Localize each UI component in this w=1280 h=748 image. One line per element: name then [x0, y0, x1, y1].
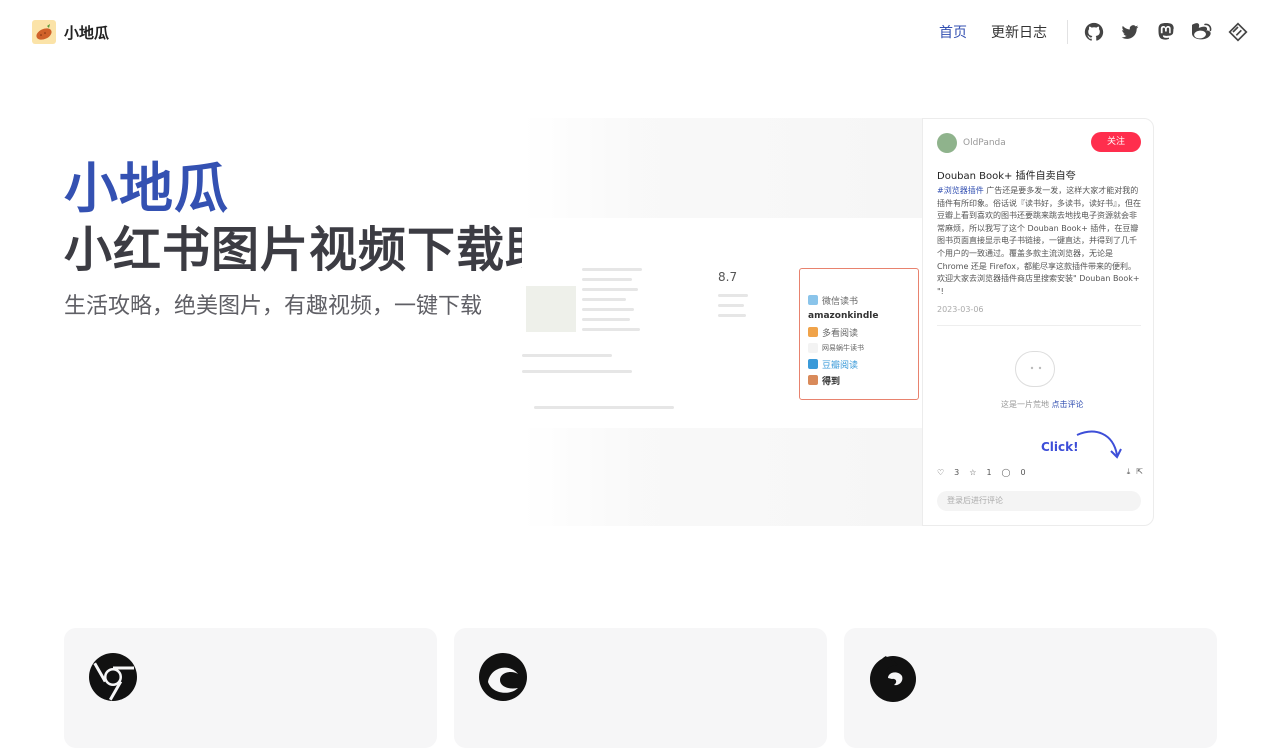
avatar	[937, 133, 957, 153]
hero-screenshot: 8.7 微信读书 amazonkindle 多看阅读 网易蜗牛读书 豆瓣阅读 得…	[522, 118, 1154, 526]
follow-button[interactable]: 关注	[1091, 132, 1141, 152]
popup-item[interactable]: 微信读书	[808, 293, 908, 307]
xiaohongshu-post-panel: OldPanda 关注 Douban Book+ 插件自卖自夸 #浏览器插件 广…	[922, 118, 1154, 526]
post-date: 2023-03-06	[937, 305, 984, 314]
click-annotation: Click!	[1041, 440, 1079, 454]
share-icon[interactable]: ⇱	[1136, 467, 1143, 477]
popup-item[interactable]: 网易蜗牛读书	[808, 341, 908, 355]
book-cover	[526, 286, 576, 332]
twitter-icon[interactable]	[1120, 22, 1140, 42]
divider	[937, 325, 1141, 326]
empty-comments-text: 这是一片荒地 点击评论	[1001, 400, 1084, 409]
card-chrome[interactable]	[64, 628, 437, 748]
weibo-icon[interactable]	[1188, 22, 1212, 42]
post-tag[interactable]: #浏览器插件	[937, 186, 984, 195]
popup-item[interactable]: 豆瓣阅读	[808, 357, 908, 371]
sweet-potato-logo-icon	[32, 20, 56, 44]
brand-link[interactable]: 小地瓜	[32, 20, 109, 44]
chrome-icon	[88, 652, 138, 702]
comment-icon[interactable]: ◯	[1002, 468, 1011, 477]
nav-links: 首页 更新日志	[939, 22, 1047, 42]
ebook-sources-popup: 微信读书 amazonkindle 多看阅读 网易蜗牛读书 豆瓣阅读 得到	[799, 268, 919, 400]
popup-item[interactable]: 得到	[808, 373, 908, 387]
post-author: OldPanda	[963, 138, 1006, 148]
like-count: 3	[954, 467, 960, 477]
like-icon[interactable]: ♡	[937, 468, 944, 477]
github-icon[interactable]	[1084, 22, 1104, 42]
top-nav: 小地瓜 首页 更新日志	[0, 0, 1280, 64]
click-arrow-icon	[1076, 430, 1122, 459]
mastodon-icon[interactable]	[1156, 22, 1176, 42]
social-links	[1084, 22, 1248, 42]
card-edge[interactable]	[454, 628, 827, 748]
nav-link-home[interactable]: 首页	[939, 22, 967, 42]
post-title: Douban Book+ 插件自卖自夸	[937, 171, 1076, 182]
edge-icon	[478, 652, 528, 702]
hero-description: 生活攻略，绝美图片，有趣视频，一键下载	[64, 294, 483, 319]
nav-link-changelog[interactable]: 更新日志	[991, 22, 1047, 42]
post-body: #浏览器插件 广告还是要多发一发，这样大家才能对我的插件有所印象。俗话说『读书好…	[937, 185, 1143, 298]
sketch-icon[interactable]	[1228, 22, 1248, 42]
star-count: 1	[986, 467, 992, 477]
comment-link[interactable]: 点击评论	[1052, 400, 1084, 409]
browser-cards	[64, 628, 1217, 748]
post-body-text: 广告还是要多发一发，这样大家才能对我的插件有所印象。俗话说『读书好，多读书，读好…	[937, 186, 1141, 296]
comment-count: 0	[1020, 467, 1026, 477]
screenshot-background: 8.7 微信读书 amazonkindle 多看阅读 网易蜗牛读书 豆瓣阅读 得…	[522, 118, 922, 526]
firefox-icon	[868, 652, 918, 702]
book-rating: 8.7	[718, 270, 738, 284]
popup-item[interactable]: amazonkindle	[808, 309, 908, 323]
nav-divider	[1067, 20, 1068, 44]
post-actions: ♡ 3 ☆ 1 ◯ 0 ⤓ ⇱	[937, 465, 1143, 479]
star-icon[interactable]: ☆	[969, 468, 976, 477]
brand-name: 小地瓜	[64, 23, 110, 42]
empty-comments-icon	[1015, 351, 1055, 387]
popup-item[interactable]: 多看阅读	[808, 325, 908, 339]
comment-input[interactable]: 登录后进行评论	[937, 491, 1141, 511]
card-firefox[interactable]	[844, 628, 1217, 748]
download-icon[interactable]: ⤓	[1127, 467, 1131, 477]
